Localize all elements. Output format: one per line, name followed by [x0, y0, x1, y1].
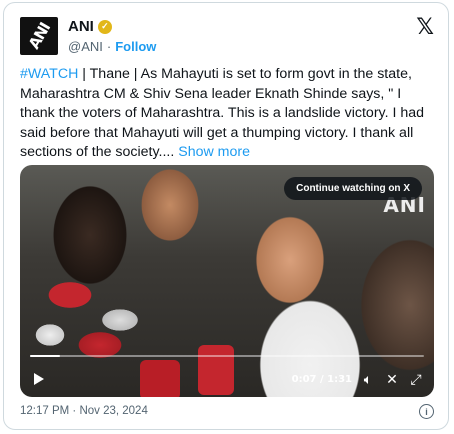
avatar-logo: ANI [24, 19, 54, 53]
avatar[interactable]: ANI [20, 17, 58, 55]
separator-dot: · [106, 39, 112, 54]
author-handle[interactable]: @ANI [68, 39, 103, 54]
video-controls: 0:07 / 1:31 🔈︎ ✕ ⤢ [20, 359, 434, 397]
volume-icon[interactable]: 🔈︎ [360, 372, 376, 388]
follow-button[interactable]: Follow [115, 39, 156, 54]
continue-watching-button[interactable]: Continue watching on X [284, 177, 422, 200]
tweet-timestamp[interactable]: 12:17 PM · Nov 23, 2024 [20, 405, 148, 417]
tweet-text: #WATCH | Thane | As Mahayuti is set to f… [20, 65, 438, 163]
video-time: 0:07 / 1:31 [291, 374, 352, 385]
close-icon[interactable]: ✕ [384, 372, 400, 388]
info-icon[interactable]: i [419, 404, 434, 419]
author-handle-row: @ANI · Follow [68, 39, 156, 54]
video-progress-fill [30, 355, 61, 357]
author-name-row: ANI ✓ [68, 18, 112, 35]
author-name[interactable]: ANI [68, 18, 94, 35]
video-player[interactable]: ANI Continue watching on X 0:07 / 1:31 🔈… [20, 165, 434, 397]
video-frame-microphones [30, 265, 180, 365]
verified-badge-icon: ✓ [97, 19, 112, 34]
tweet-card: ANI ANI ✓ @ANI · Follow 𝕏 #WATCH | Thane… [3, 2, 449, 430]
show-more-link[interactable]: Show more [178, 144, 250, 160]
video-progress-bar[interactable] [30, 355, 424, 357]
hashtag-link[interactable]: #WATCH [20, 66, 78, 82]
x-logo-icon[interactable]: 𝕏 [416, 17, 434, 39]
play-icon[interactable] [34, 373, 44, 385]
fullscreen-icon[interactable]: ⤢ [408, 372, 424, 388]
